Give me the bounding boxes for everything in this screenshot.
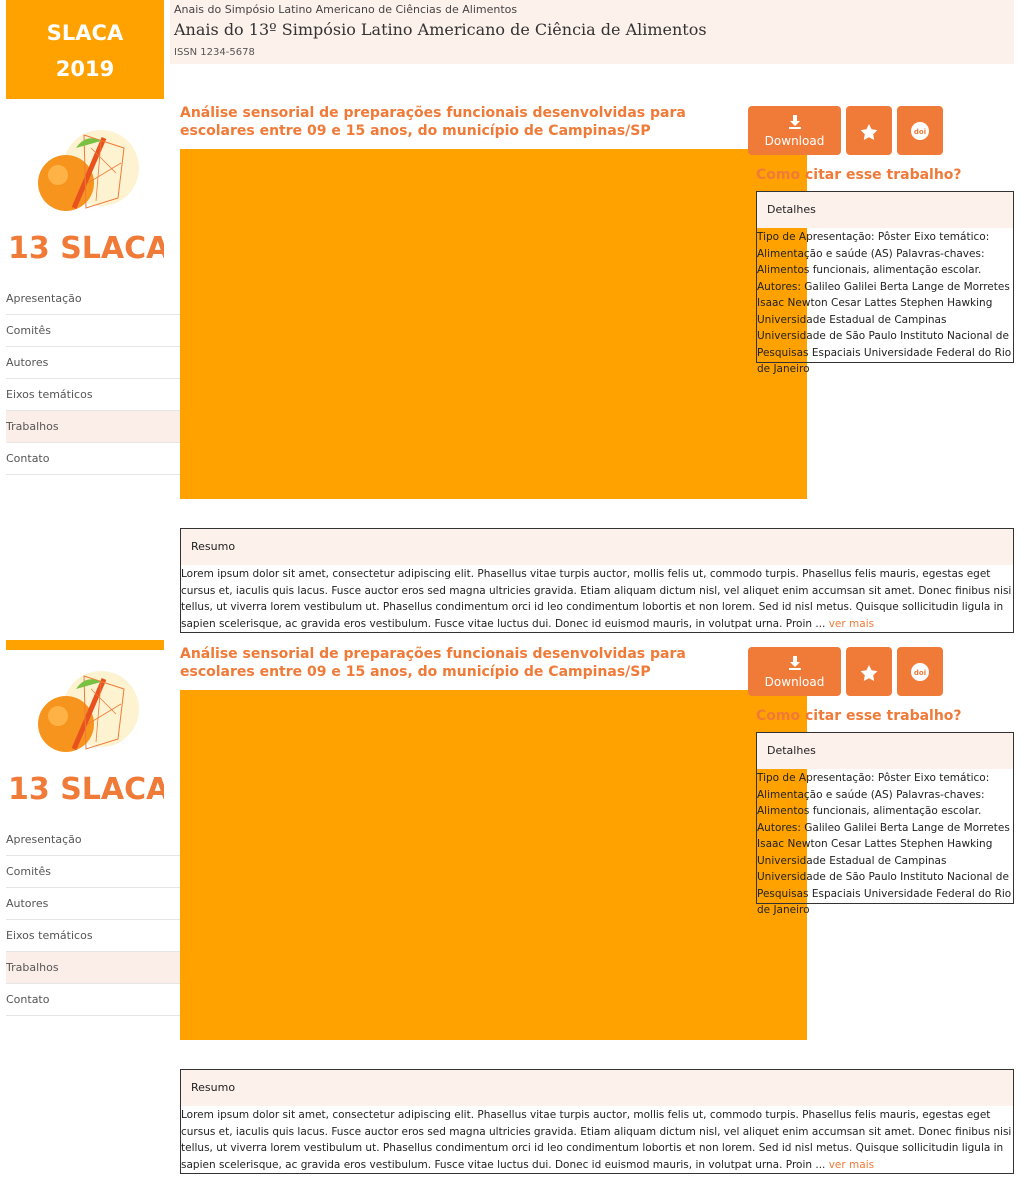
resumo-header: Resumo	[181, 1070, 1013, 1106]
header-issn: ISSN 1234-5678	[174, 47, 255, 58]
download-icon	[748, 655, 841, 671]
sidebar-item-1[interactable]: Comitês	[6, 856, 180, 888]
details-text: Tipo de Apresentação: Pôster Eixo temáti…	[757, 231, 1012, 375]
details-header: Detalhes	[757, 192, 1013, 228]
article-title: Análise sensorial de preparações funcion…	[180, 105, 686, 139]
cite-link[interactable]: Como citar esse trabalho?	[756, 167, 962, 183]
sidebar-item-5[interactable]: Contato	[6, 984, 180, 1016]
sidebar-item-3[interactable]: Eixos temáticos	[6, 920, 180, 952]
download-label: Download	[764, 134, 825, 148]
slaca-logo: 13 SLACA	[6, 113, 170, 266]
ver-mais-link[interactable]: ver mais	[829, 1159, 874, 1171]
logo-text: 13 SLACA	[8, 772, 164, 804]
doi-button[interactable]: doi	[897, 106, 943, 155]
favorite-button[interactable]	[846, 106, 892, 155]
details-box: Detalhes Tipo de Apresentação: Pôster Ei…	[756, 732, 1014, 916]
details-box: Detalhes Tipo de Apresentação: Pôster Ei…	[756, 191, 1014, 375]
sidebar-nav: Apresentação Comitês Autores Eixos temático…	[6, 824, 180, 1016]
sidebar-item-2[interactable]: Autores	[6, 888, 180, 920]
poster-preview[interactable]	[180, 690, 807, 1040]
ver-mais-link[interactable]: ver mais	[829, 618, 874, 630]
resumo-text: Lorem ipsum dolor sit amet, consectetur …	[181, 1106, 1013, 1173]
header-bar: Anais do Simpósio Latino Americano de Ci…	[170, 0, 1014, 64]
brand-block: SLACA 2019	[6, 0, 164, 99]
article-title: Análise sensorial de preparações funcion…	[180, 646, 686, 680]
download-icon	[748, 114, 841, 130]
logo-text: 13 SLACA	[8, 231, 164, 263]
header-subtitle: Anais do Simpósio Latino Americano de Ci…	[174, 3, 518, 16]
orange-logo-icon: 13 SLACA	[8, 130, 170, 266]
section-top-bar	[6, 640, 164, 650]
resumo-content: Lorem ipsum dolor sit amet, consectetur …	[181, 1109, 1012, 1171]
slaca-logo: 13 SLACA	[6, 654, 170, 807]
article-section: 13 SLACA Apresentação Comitês Autores Eixos…	[0, 99, 1024, 651]
svg-text:doi: doi	[914, 128, 926, 136]
sidebar-item-2[interactable]: Autores	[6, 347, 180, 379]
orange-logo-icon: 13 SLACA	[8, 671, 170, 807]
sidebar-item-4[interactable]: Trabalhos	[6, 411, 180, 443]
sidebar-item-5[interactable]: Contato	[6, 443, 180, 475]
svg-text:doi: doi	[914, 669, 926, 677]
sidebar-nav: Apresentação Comitês Autores Eixos temático…	[6, 283, 180, 475]
download-label: Download	[764, 675, 825, 689]
star-icon	[860, 124, 878, 140]
poster-preview[interactable]	[180, 149, 807, 499]
header-title: Anais do 13º Simpósio Latino Americano d…	[174, 20, 707, 39]
sidebar-item-0[interactable]: Apresentação	[6, 283, 180, 315]
doi-button[interactable]: doi	[897, 647, 943, 696]
brand-year: 2019	[55, 57, 115, 81]
sidebar-item-0[interactable]: Apresentação	[6, 824, 180, 856]
resumo-header: Resumo	[181, 529, 1013, 565]
star-icon	[860, 665, 878, 681]
sidebar-item-3[interactable]: Eixos temáticos	[6, 379, 180, 411]
resumo-box: Resumo Lorem ipsum dolor sit amet, conse…	[180, 1069, 1014, 1174]
brand-name: SLACA	[46, 21, 124, 45]
doi-icon: doi	[911, 663, 929, 681]
download-button[interactable]: Download	[748, 106, 841, 155]
cite-link[interactable]: Como citar esse trabalho?	[756, 708, 962, 724]
doi-icon: doi	[911, 122, 929, 140]
details-header: Detalhes	[757, 733, 1013, 769]
favorite-button[interactable]	[846, 647, 892, 696]
sidebar-item-1[interactable]: Comitês	[6, 315, 180, 347]
details-text: Tipo de Apresentação: Pôster Eixo temáti…	[757, 772, 1012, 916]
sidebar-item-4[interactable]: Trabalhos	[6, 952, 180, 984]
article-section: 13 SLACA Apresentação Comitês Autores Eixos…	[0, 640, 1024, 1192]
resumo-box: Resumo Lorem ipsum dolor sit amet, conse…	[180, 528, 1014, 633]
resumo-text: Lorem ipsum dolor sit amet, consectetur …	[181, 565, 1013, 632]
resumo-content: Lorem ipsum dolor sit amet, consectetur …	[181, 568, 1012, 630]
download-button[interactable]: Download	[748, 647, 841, 696]
